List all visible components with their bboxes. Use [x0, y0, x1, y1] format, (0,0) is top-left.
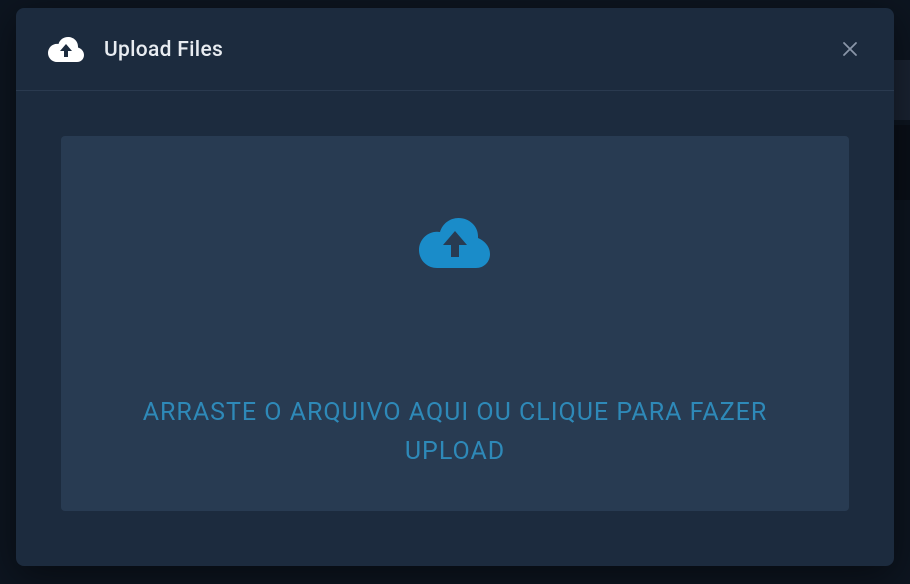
close-button[interactable] — [836, 35, 864, 66]
dropzone-instruction: ARRASTE O ARQUIVO AQUI OU CLIQUE PARA FA… — [61, 394, 849, 472]
cloud-upload-icon — [416, 216, 494, 274]
close-icon — [842, 41, 858, 60]
modal-title-group: Upload Files — [46, 30, 223, 70]
modal-body: ARRASTE O ARQUIVO AQUI OU CLIQUE PARA FA… — [16, 91, 894, 566]
modal-backdrop: Upload Files ARRASTE O — [0, 0, 910, 584]
cloud-upload-icon — [46, 30, 86, 70]
modal-title: Upload Files — [104, 38, 223, 62]
upload-modal: Upload Files ARRASTE O — [16, 8, 894, 566]
modal-header: Upload Files — [16, 8, 894, 91]
file-dropzone[interactable]: ARRASTE O ARQUIVO AQUI OU CLIQUE PARA FA… — [61, 136, 849, 511]
